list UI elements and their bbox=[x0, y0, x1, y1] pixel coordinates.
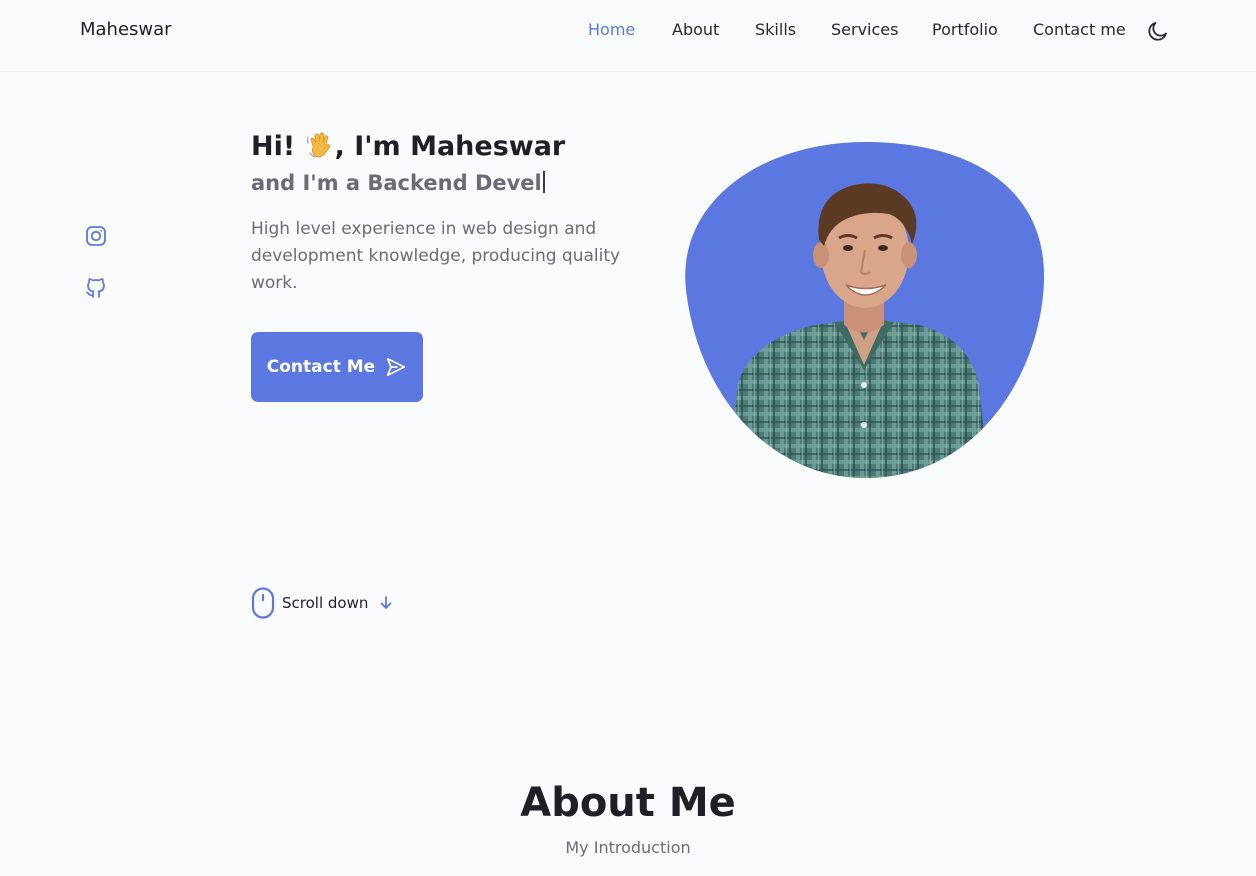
moon-icon[interactable] bbox=[1146, 19, 1170, 43]
social-links bbox=[84, 224, 108, 328]
nav-contact[interactable]: Contact me bbox=[1033, 20, 1126, 39]
typing-cursor bbox=[542, 171, 545, 193]
profile-photo bbox=[685, 142, 1045, 479]
site-header: Maheswar Home About Skills Services Port… bbox=[0, 0, 1256, 72]
about-section-subtitle: My Introduction bbox=[565, 838, 691, 857]
nav-services[interactable]: Services bbox=[831, 20, 898, 39]
hero-greeting: Hi! , I'm Maheswar bbox=[251, 131, 566, 162]
waving-hand-icon bbox=[306, 132, 330, 158]
nav-skills[interactable]: Skills bbox=[755, 20, 796, 39]
nav-home[interactable]: Home bbox=[588, 20, 635, 39]
instagram-icon[interactable] bbox=[84, 224, 108, 248]
scroll-down-label: Scroll down bbox=[282, 594, 369, 612]
contact-me-button[interactable]: Contact Me bbox=[251, 332, 423, 402]
scroll-down-link[interactable]: Scroll down bbox=[251, 587, 394, 619]
send-icon bbox=[387, 357, 406, 377]
github-icon[interactable] bbox=[84, 276, 108, 300]
nav-portfolio[interactable]: Portfolio bbox=[932, 20, 998, 39]
main-nav: Home About Skills Services Portfolio Con… bbox=[0, 20, 1256, 44]
contact-me-label: Contact Me bbox=[266, 357, 376, 377]
hero-typed-role: and I'm a Backend Devel bbox=[251, 171, 545, 195]
about-section-title: About Me bbox=[520, 780, 736, 826]
nav-about[interactable]: About bbox=[672, 20, 719, 39]
arrow-down-icon bbox=[380, 596, 392, 609]
mouse-icon bbox=[251, 587, 275, 619]
hero-description: High level experience in web design and … bbox=[251, 219, 621, 293]
